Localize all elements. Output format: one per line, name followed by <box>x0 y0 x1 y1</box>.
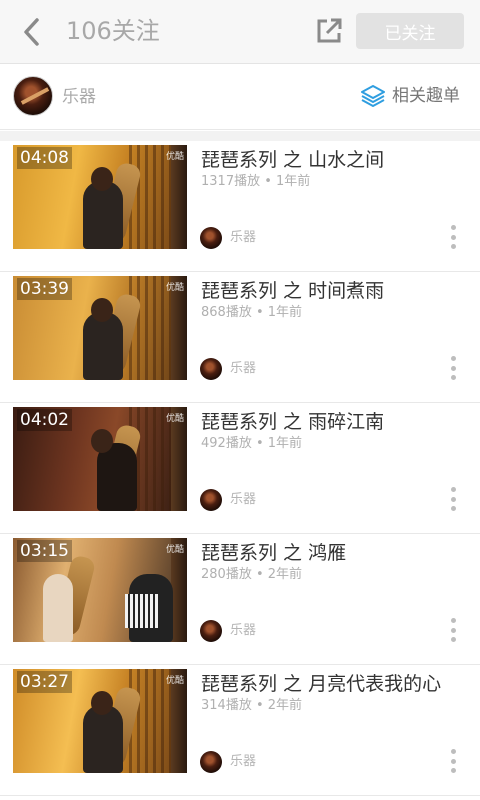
watermark: 优酷 <box>165 283 184 293</box>
video-thumbnail[interactable]: 04:02 优酷 <box>13 407 187 511</box>
top-bar: 106关注 已关注 <box>0 0 480 64</box>
video-channel-name[interactable]: 乐器 <box>230 491 256 509</box>
video-title[interactable]: 琵琶系列 之 山水之间 <box>201 147 384 173</box>
channel-avatar-small[interactable] <box>200 489 222 511</box>
video-item[interactable]: 04:02 优酷 琵琶系列 之 雨碎江南 492播放 • 1年前 乐器 <box>0 403 480 534</box>
video-meta: 314播放 • 2年前 <box>201 698 303 713</box>
video-duration: 04:02 <box>17 409 72 431</box>
video-thumbnail[interactable]: 03:27 优酷 <box>13 669 187 773</box>
video-title[interactable]: 琵琶系列 之 雨碎江南 <box>201 409 384 435</box>
watermark: 优酷 <box>165 414 184 424</box>
video-item[interactable]: 03:39 优酷 琵琶系列 之 时间煮雨 868播放 • 1年前 乐器 <box>0 272 480 403</box>
watermark: 优酷 <box>165 152 184 162</box>
video-item[interactable]: 03:15 优酷 琵琶系列 之 鸿雁 280播放 • 2年前 乐器 <box>0 534 480 665</box>
video-meta: 280播放 • 2年前 <box>201 567 303 582</box>
watermark: 优酷 <box>165 545 184 555</box>
channel-avatar-small[interactable] <box>200 358 222 380</box>
related-lists-label: 相关趣单 <box>392 86 460 106</box>
video-duration: 03:39 <box>17 278 72 300</box>
video-thumbnail[interactable]: 03:15 优酷 <box>13 538 187 642</box>
more-options-icon[interactable] <box>444 354 462 382</box>
channel-avatar[interactable] <box>13 76 53 116</box>
video-thumbnail[interactable]: 03:39 优酷 <box>13 276 187 380</box>
back-button[interactable] <box>14 14 50 50</box>
video-duration: 03:15 <box>17 540 72 562</box>
chevron-left-icon <box>24 18 39 46</box>
video-item[interactable]: 03:27 优酷 琵琶系列 之 月亮代表我的心 314播放 • 2年前 乐器 <box>0 665 480 796</box>
layers-icon <box>361 85 385 107</box>
channel-avatar-small[interactable] <box>200 620 222 642</box>
share-button[interactable] <box>310 12 348 50</box>
channel-bar: 乐器 相关趣单 <box>0 64 480 130</box>
channel-avatar-small[interactable] <box>200 227 222 249</box>
video-title[interactable]: 琵琶系列 之 月亮代表我的心 <box>201 671 441 697</box>
more-options-icon[interactable] <box>444 223 462 251</box>
related-lists-button[interactable]: 相关趣单 <box>360 84 460 108</box>
video-meta: 868播放 • 1年前 <box>201 305 303 320</box>
video-channel-name[interactable]: 乐器 <box>230 229 256 247</box>
follow-button[interactable]: 已关注 <box>356 13 464 49</box>
external-share-icon <box>317 18 342 43</box>
more-options-icon[interactable] <box>444 747 462 775</box>
video-title[interactable]: 琵琶系列 之 鸿雁 <box>201 540 346 566</box>
channel-name[interactable]: 乐器 <box>62 86 96 108</box>
video-meta: 492播放 • 1年前 <box>201 436 303 451</box>
more-options-icon[interactable] <box>444 616 462 644</box>
video-duration: 04:08 <box>17 147 72 169</box>
video-meta: 1317播放 • 1年前 <box>201 174 311 189</box>
watermark: 优酷 <box>165 676 184 686</box>
more-options-icon[interactable] <box>444 485 462 513</box>
page-title: 106关注 <box>66 17 160 45</box>
video-channel-name[interactable]: 乐器 <box>230 360 256 378</box>
video-item[interactable]: 04:08 优酷 琵琶系列 之 山水之间 1317播放 • 1年前 乐器 <box>0 141 480 272</box>
video-channel-name[interactable]: 乐器 <box>230 622 256 640</box>
channel-avatar-small[interactable] <box>200 751 222 773</box>
video-duration: 03:27 <box>17 671 72 693</box>
video-title[interactable]: 琵琶系列 之 时间煮雨 <box>201 278 384 304</box>
separator <box>0 131 480 141</box>
video-list: 04:08 优酷 琵琶系列 之 山水之间 1317播放 • 1年前 乐器 03:… <box>0 141 480 796</box>
video-channel-name[interactable]: 乐器 <box>230 753 256 771</box>
video-thumbnail[interactable]: 04:08 优酷 <box>13 145 187 249</box>
